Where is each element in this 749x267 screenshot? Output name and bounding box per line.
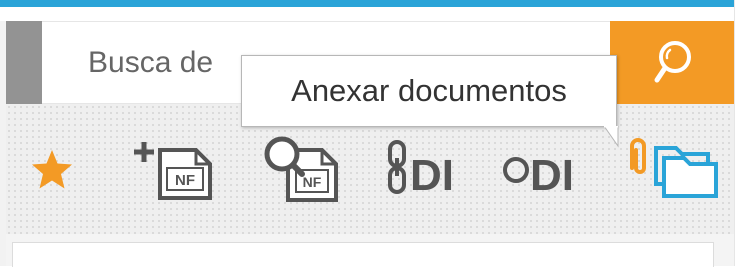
content-area xyxy=(6,234,735,267)
window-right-edge xyxy=(734,0,749,266)
favorites-button[interactable] xyxy=(30,148,74,197)
add-nf-button[interactable]: NF xyxy=(130,140,220,207)
svg-text:DI: DI xyxy=(410,151,454,196)
tooltip-text: Anexar documentos xyxy=(291,73,567,108)
top-accent-bar xyxy=(0,0,737,7)
unlink-di-button[interactable]: DI xyxy=(500,140,596,201)
add-nf-icon: NF xyxy=(134,142,212,200)
search-button[interactable] xyxy=(610,21,735,104)
link-di-button[interactable]: DI xyxy=(380,140,476,201)
svg-text:NF: NF xyxy=(303,174,322,190)
content-panel xyxy=(12,242,714,267)
search-nf-button[interactable]: NF xyxy=(260,134,346,209)
attach-folder-icon xyxy=(630,138,718,198)
tooltip-tail xyxy=(603,126,619,148)
star-icon xyxy=(32,150,72,189)
unlink-di-icon: DI xyxy=(503,151,574,200)
tooltip: Anexar documentos xyxy=(241,55,617,127)
search-left-accent xyxy=(6,21,42,104)
search-nf-icon: NF xyxy=(264,136,338,202)
link-di-icon: DI xyxy=(388,140,454,200)
svg-text:DI: DI xyxy=(530,151,574,196)
search-icon xyxy=(654,40,691,82)
svg-text:NF: NF xyxy=(175,172,195,189)
attach-documents-button[interactable] xyxy=(618,138,718,205)
header-spacer xyxy=(0,7,737,21)
